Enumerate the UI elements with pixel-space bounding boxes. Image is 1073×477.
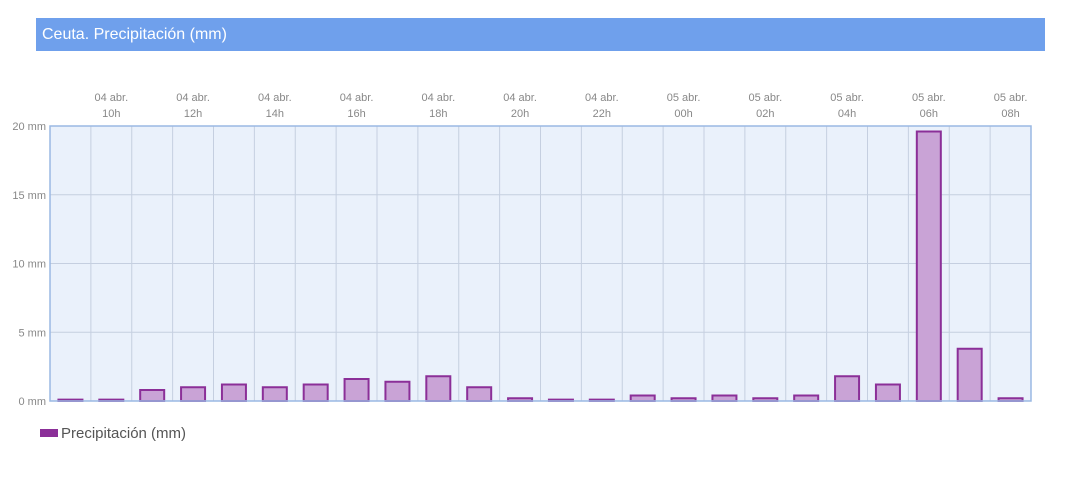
x-tick-hour-label: 16h <box>347 108 365 120</box>
x-tick-date-label: 05 abr. <box>994 92 1028 104</box>
x-tick-labels: 04 abr. 10h 04 abr. 12h 04 abr. 14h 04 abr. 16h… <box>94 92 1027 120</box>
y-tick-label: 0 mm <box>19 396 47 408</box>
legend[interactable]: Precipitación (mm) <box>40 423 186 443</box>
x-tick-date-label: 04 abr. <box>421 92 455 104</box>
x-tick-date-label: 04 abr. <box>585 92 619 104</box>
legend-swatch <box>40 429 58 437</box>
precipitation-bar <box>220 383 247 402</box>
x-tick-date-label: 04 abr. <box>94 92 128 104</box>
x-tick-date-label: 05 abr. <box>748 92 782 104</box>
x-tick-hour-label: 08h <box>1001 108 1019 120</box>
y-tick-label: 20 mm <box>12 121 46 133</box>
x-tick-hour-label: 10h <box>102 108 120 120</box>
x-tick-date-label: 05 abr. <box>912 92 946 104</box>
precipitation-bar <box>139 389 166 402</box>
precipitation-bar <box>466 386 493 402</box>
y-tick-label: 5 mm <box>19 327 47 339</box>
precipitation-bar <box>915 130 942 402</box>
precipitation-bar <box>874 383 901 402</box>
precipitation-bar <box>956 347 983 402</box>
y-tick-labels: 0 mm 5 mm 10 mm 15 mm 20 mm <box>12 121 46 408</box>
precipitation-bar <box>629 394 656 402</box>
x-tick-hour-label: 22h <box>593 108 611 120</box>
y-tick-label: 10 mm <box>12 259 46 271</box>
precipitation-chart: 04 abr. 10h 04 abr. 12h 04 abr. 14h 04 abr. 16h… <box>12 92 1032 408</box>
x-tick-hour-label: 04h <box>838 108 856 120</box>
x-tick-hour-label: 14h <box>266 108 284 120</box>
y-tick-label: 15 mm <box>12 190 46 202</box>
x-tick-date-label: 04 abr. <box>340 92 374 104</box>
legend-label: Precipitación (mm) <box>61 424 187 442</box>
x-tick-date-label: 04 abr. <box>503 92 537 104</box>
precipitation-bar <box>711 394 738 402</box>
precipitation-bar <box>834 375 861 402</box>
x-tick-date-label: 04 abr. <box>176 92 210 104</box>
precipitation-bar <box>302 383 329 402</box>
precipitation-bar <box>261 386 288 402</box>
precipitation-bar <box>384 380 411 402</box>
x-tick-date-label: 05 abr. <box>830 92 864 104</box>
precipitation-bar <box>793 394 820 402</box>
chart-page: Ceuta. Precipitación (mm) 04 abr. 10h 04 a… <box>0 0 1073 477</box>
x-tick-date-label: 04 abr. <box>258 92 292 104</box>
precipitation-bar <box>180 386 207 402</box>
x-tick-date-label: 05 abr. <box>667 92 701 104</box>
precipitation-bar <box>343 378 370 402</box>
x-tick-hour-label: 06h <box>920 108 938 120</box>
x-tick-hour-label: 00h <box>674 108 692 120</box>
x-tick-hour-label: 18h <box>429 108 447 120</box>
x-tick-hour-label: 02h <box>756 108 774 120</box>
x-tick-hour-label: 20h <box>511 108 529 120</box>
precipitation-bar <box>425 375 452 402</box>
x-tick-hour-label: 12h <box>184 108 202 120</box>
